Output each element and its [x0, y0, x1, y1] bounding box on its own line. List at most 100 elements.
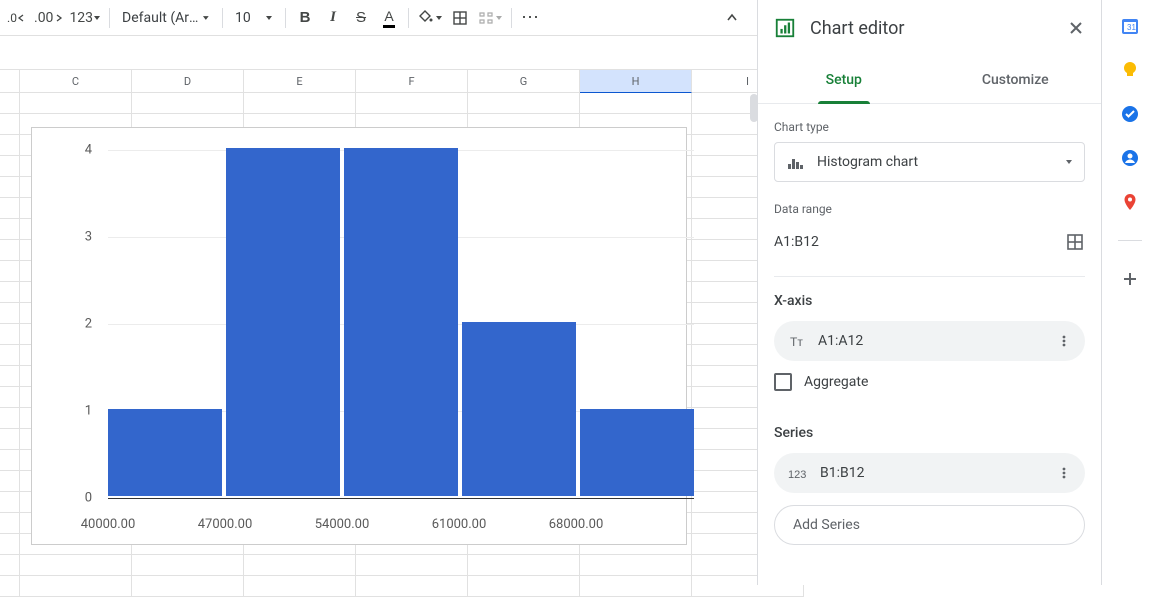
chart-bar	[108, 409, 222, 496]
y-tick: 0	[72, 491, 92, 506]
column-header[interactable]: E	[244, 69, 356, 93]
column-header[interactable]: G	[468, 69, 580, 93]
column-header[interactable]: D	[132, 69, 244, 93]
calendar-addon-button[interactable]: 31	[1120, 16, 1140, 36]
separator	[222, 8, 223, 28]
increase-decimal-button[interactable]: .00	[32, 5, 65, 31]
rail-divider	[1118, 240, 1142, 241]
tasks-addon-button[interactable]	[1120, 104, 1140, 124]
chevron-down-icon	[1064, 157, 1074, 167]
panel-tabs: Setup Customize	[758, 56, 1101, 104]
more-toolbar-button[interactable]: ⋯	[518, 5, 544, 31]
close-panel-button[interactable]	[1067, 19, 1085, 37]
tab-setup[interactable]: Setup	[758, 56, 930, 103]
column-header[interactable]: C	[20, 69, 132, 93]
chart-type-value: Histogram chart	[817, 154, 918, 170]
chart-editor-panel: Chart editor Setup Customize Chart type …	[757, 0, 1101, 585]
column-header-selected[interactable]: H	[580, 69, 692, 93]
series-value: B1:B12	[820, 465, 864, 481]
chart-editor-icon	[774, 17, 796, 39]
separator	[285, 8, 286, 28]
plus-icon	[1120, 269, 1140, 289]
contacts-addon-button[interactable]	[1120, 148, 1140, 168]
increase-decimal-label: .00	[34, 10, 53, 26]
column-header[interactable]: F	[356, 69, 468, 93]
x-tick: 47000.00	[198, 517, 253, 532]
chevron-down-icon	[495, 14, 503, 22]
x-tick: 68000.00	[549, 517, 604, 532]
y-tick: 2	[72, 317, 92, 332]
divider	[774, 276, 1085, 277]
strikethrough-button[interactable]: S	[348, 5, 374, 31]
column-header[interactable]	[0, 69, 20, 93]
xaxis-chip[interactable]: Tᴛ A1:A12	[774, 321, 1085, 361]
x-tick: 61000.00	[432, 517, 487, 532]
decrease-decimal-button[interactable]: .0	[4, 5, 30, 31]
more-formats-button[interactable]: 123	[67, 5, 103, 31]
fill-color-button[interactable]	[415, 5, 445, 31]
font-family-select[interactable]: Default (Ari…	[116, 5, 216, 31]
y-tick: 3	[72, 230, 92, 245]
xaxis-value: A1:A12	[818, 333, 863, 349]
chart-bar	[580, 409, 694, 496]
histogram-icon	[785, 152, 805, 172]
keep-icon	[1120, 60, 1140, 80]
more-vert-icon	[1057, 334, 1071, 348]
more-icon: ⋯	[521, 7, 541, 28]
xaxis-more-button[interactable]	[1051, 328, 1077, 354]
collapse-toolbar-button[interactable]	[719, 5, 745, 31]
data-range-label: Data range	[774, 202, 1085, 216]
panel-header: Chart editor	[758, 0, 1101, 56]
get-addons-button[interactable]	[1120, 269, 1140, 289]
chevron-down-icon	[265, 14, 273, 22]
x-tick: 54000.00	[315, 517, 370, 532]
xaxis-section-label: X-axis	[774, 293, 1085, 309]
tab-customize[interactable]: Customize	[930, 56, 1102, 103]
aggregate-checkbox[interactable]: Aggregate	[774, 373, 1085, 391]
contacts-icon	[1120, 148, 1140, 168]
add-series-label: Add Series	[793, 517, 860, 533]
column-headers: C D E F G H I	[0, 69, 757, 93]
chart-bar	[226, 148, 340, 496]
series-more-button[interactable]	[1051, 460, 1077, 486]
y-tick: 1	[72, 404, 92, 419]
series-section-label: Series	[774, 425, 1085, 441]
borders-button[interactable]	[447, 5, 473, 31]
chart-bar	[344, 148, 458, 496]
keep-addon-button[interactable]	[1120, 60, 1140, 80]
side-rail: 31	[1101, 0, 1157, 585]
italic-button[interactable]: I	[320, 5, 346, 31]
grid-icon	[1065, 232, 1085, 252]
merge-cells-button[interactable]	[475, 5, 505, 31]
svg-text:31: 31	[1127, 23, 1136, 32]
text-type-icon: Tᴛ	[788, 332, 806, 350]
chart-object[interactable]: 0 1 2 3 4 40000.00 47000.00 54000.00 610…	[31, 127, 687, 545]
calendar-icon: 31	[1120, 16, 1140, 36]
maps-addon-button[interactable]	[1120, 192, 1140, 212]
font-family-label: Default (Ari…	[122, 10, 198, 26]
chevron-down-icon	[202, 14, 210, 22]
bold-button[interactable]: B	[292, 5, 318, 31]
chart-bar	[462, 322, 576, 496]
more-formats-label: 123	[69, 10, 93, 26]
data-range-value: A1:B12	[774, 234, 819, 250]
merge-icon	[477, 9, 495, 27]
series-chip[interactable]: 123 B1:B12	[774, 453, 1085, 493]
aggregate-label: Aggregate	[804, 374, 868, 390]
italic-icon: I	[330, 9, 336, 26]
chevron-down-icon	[435, 14, 443, 22]
chart-type-select[interactable]: Histogram chart	[774, 142, 1085, 182]
panel-body: Chart type Histogram chart Data range A1…	[758, 104, 1101, 585]
borders-icon	[451, 9, 469, 27]
fill-color-icon	[417, 9, 435, 27]
x-tick: 40000.00	[81, 517, 136, 532]
y-tick: 4	[72, 143, 92, 158]
separator	[408, 8, 409, 28]
checkbox-icon	[774, 373, 792, 391]
spreadsheet-area: C D E F G H I 0 1	[0, 36, 757, 585]
select-range-button[interactable]	[1065, 232, 1085, 252]
add-series-button[interactable]: Add Series	[774, 505, 1085, 545]
font-size-select[interactable]: 10	[229, 5, 279, 31]
maps-icon	[1120, 192, 1140, 212]
text-color-button[interactable]: A	[376, 5, 402, 31]
